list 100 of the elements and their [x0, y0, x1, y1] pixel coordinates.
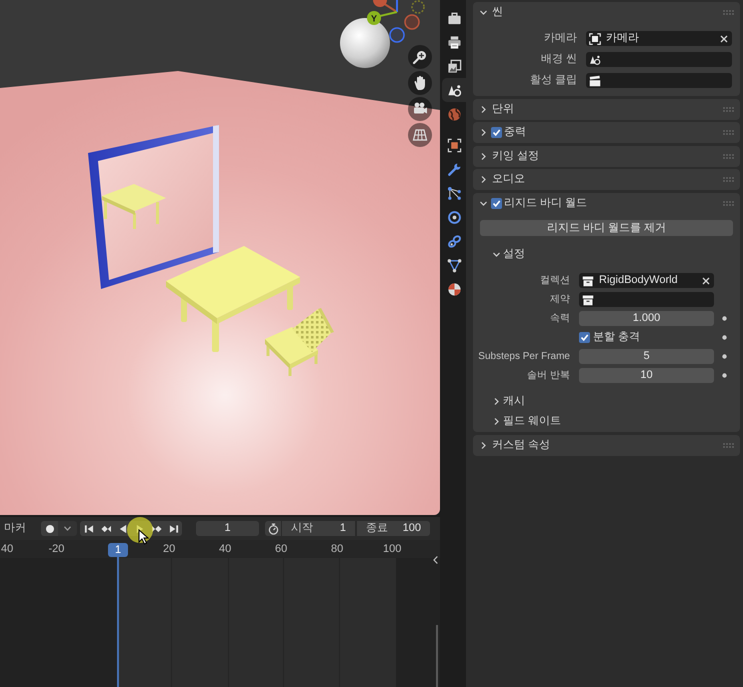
panel-title[interactable]: 커스텀 속성 [492, 436, 550, 454]
checkbox[interactable] [579, 332, 590, 343]
y-axis-handle[interactable]: Y [367, 11, 398, 25]
triangle-icon[interactable] [446, 258, 462, 272]
chevron-right-icon[interactable] [480, 152, 487, 160]
panel-title[interactable]: 씬 [492, 4, 503, 21]
select-field[interactable] [586, 73, 732, 88]
globe-icon[interactable] [446, 106, 462, 122]
printer-icon[interactable] [446, 34, 462, 50]
ruler-label: 40 [1, 542, 14, 556]
shapes-icon[interactable] [446, 82, 462, 98]
panel-title[interactable]: 중력 [504, 124, 526, 141]
field-value[interactable]: 100 [402, 520, 421, 537]
axis-handle[interactable] [389, 27, 405, 43]
ruler-label: 80 [331, 542, 344, 556]
grip-icon[interactable] [723, 177, 734, 182]
hand-icon[interactable] [408, 71, 432, 95]
chevron-right-icon[interactable] [493, 398, 500, 404]
field-value[interactable]: 1 [340, 520, 346, 537]
end-frame-field[interactable]: 종료 100 [357, 521, 430, 536]
marker-menu[interactable]: 마커 [0, 521, 41, 536]
x-axis-handle[interactable] [373, 0, 398, 13]
select-field[interactable] [579, 292, 714, 307]
close-icon[interactable] [720, 34, 728, 42]
chevron-right-icon[interactable] [480, 106, 487, 112]
chevron-right-icon[interactable] [480, 129, 487, 136]
panel-title[interactable]: 리지드 바디 월드 [504, 194, 588, 212]
remove-button[interactable]: 리지드 바디 월드를 제거 [480, 220, 733, 236]
axis-handle[interactable] [411, 0, 425, 14]
chevron-down-icon[interactable] [480, 200, 487, 206]
start-frame-field[interactable]: 시작 1 [282, 521, 355, 536]
select-field[interactable]: 카메라 [586, 31, 732, 46]
number-field[interactable]: 5 [579, 349, 714, 364]
zoom-icon[interactable] [408, 45, 432, 69]
dot-icon[interactable] [722, 354, 726, 359]
chevron-right-icon[interactable] [480, 442, 487, 448]
field-label: 카메라 [543, 31, 577, 46]
skip-start-icon[interactable] [84, 524, 94, 534]
chevron-down-icon[interactable] [64, 526, 71, 531]
wrench-icon[interactable] [446, 162, 462, 176]
sphere-icon[interactable] [446, 282, 462, 296]
checkbox[interactable] [491, 198, 502, 208]
chevron-right-icon[interactable] [480, 176, 487, 183]
chevron-down-icon[interactable] [493, 250, 500, 258]
grip-icon[interactable] [723, 10, 734, 15]
panel-title[interactable]: 오디오 [492, 171, 525, 188]
close-icon[interactable] [702, 276, 710, 284]
number-field[interactable]: 10 [579, 368, 714, 383]
skip-end-icon[interactable] [168, 524, 178, 534]
box-icon [582, 294, 594, 306]
current-frame-field[interactable]: 1 [196, 521, 259, 536]
grip-icon[interactable] [723, 442, 734, 448]
square-icon[interactable] [446, 138, 462, 152]
previous-keyframe-icon[interactable] [100, 524, 110, 534]
play-reverse-icon[interactable] [118, 524, 128, 534]
field-label: 종료 [366, 521, 388, 536]
record-icon[interactable] [46, 524, 54, 532]
field-label: 활성 클립 [528, 73, 577, 88]
dot-icon[interactable] [722, 335, 726, 340]
shapes-icon [589, 54, 601, 66]
axis-handle[interactable] [404, 14, 420, 30]
dot-icon[interactable] [722, 373, 726, 378]
chevron-left-icon[interactable] [433, 556, 438, 564]
dot-icon[interactable] [722, 316, 726, 321]
select-field[interactable] [586, 52, 732, 67]
checkbox-label[interactable]: 분할 충격 [593, 329, 640, 346]
ruler-label: 20 [163, 542, 176, 556]
nodes-icon[interactable] [446, 186, 462, 200]
chair [265, 308, 334, 378]
subpanel-title[interactable]: 캐시 [503, 392, 525, 410]
pointer-icon [138, 529, 149, 545]
movie-camera-icon[interactable] [408, 97, 432, 121]
number-field[interactable]: 1.000 [579, 311, 714, 326]
properties-tab[interactable] [442, 78, 466, 102]
grip-icon[interactable] [723, 130, 734, 135]
chevron-down-icon[interactable] [480, 9, 487, 16]
field-label: 배경 씬 [540, 52, 577, 68]
subpanel-title[interactable]: 설정 [503, 246, 525, 262]
chevron-right-icon[interactable] [493, 418, 500, 424]
playhead[interactable]: 1 [108, 543, 128, 687]
scrollbar-thumb[interactable] [436, 625, 438, 687]
grid-icon[interactable] [408, 123, 432, 147]
chain-link-icon[interactable] [446, 234, 462, 248]
subpanel-title[interactable]: 필드 웨이트 [503, 412, 562, 430]
image-icon[interactable] [446, 58, 462, 74]
orbit-icon[interactable] [446, 210, 462, 224]
checkbox[interactable] [491, 127, 502, 138]
field-label: 솔버 반복 [526, 369, 570, 383]
dropdown-button[interactable] [58, 521, 77, 536]
panel-title[interactable]: 키잉 설정 [492, 148, 540, 164]
grip-icon[interactable] [723, 106, 734, 112]
briefcase-icon[interactable] [446, 10, 462, 26]
record-button[interactable] [41, 521, 58, 536]
grip-icon[interactable] [723, 200, 734, 206]
field-label: 속력 [549, 312, 570, 326]
select-field[interactable]: RigidBodyWorld [579, 273, 714, 288]
ruler-label: 100 [383, 542, 402, 556]
grip-icon[interactable] [723, 154, 734, 158]
panel-title[interactable]: 단위 [492, 100, 514, 118]
field-label: 컬렉션 [539, 274, 570, 288]
